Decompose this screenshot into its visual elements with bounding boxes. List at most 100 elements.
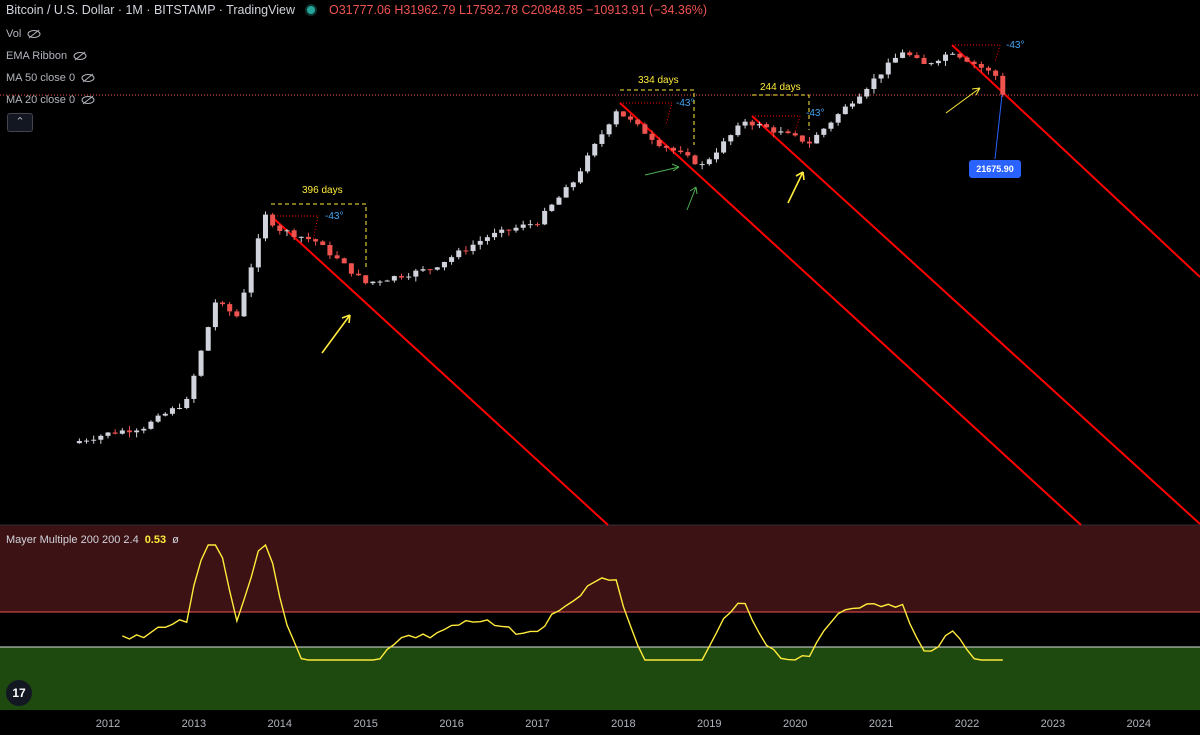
angle-label-1: -43° [325, 211, 343, 222]
price-label: 21675.90 [969, 160, 1021, 178]
eye-off-icon[interactable] [73, 51, 87, 61]
candle-body [592, 143, 598, 156]
candle-body [885, 62, 891, 75]
yellow-arrow-1 [321, 314, 351, 354]
candle-body [270, 214, 276, 226]
x-tick-label: 2023 [1041, 718, 1065, 730]
blue-pointer-line [994, 94, 1003, 160]
candle-body [227, 304, 233, 312]
candle-body [921, 57, 927, 65]
candle-body [320, 241, 326, 246]
candle-body [148, 421, 154, 429]
candle-body [220, 302, 226, 305]
candlestick-series [76, 49, 1006, 444]
candle-body [169, 408, 175, 414]
collapse-legend-button[interactable]: ⌃ [7, 113, 33, 132]
candle-body [191, 375, 197, 399]
candle-body [112, 432, 118, 434]
candle-body [799, 135, 805, 142]
eye-off-icon[interactable] [81, 73, 95, 83]
indicator-label: Vol [6, 28, 22, 40]
candle-body [985, 67, 991, 71]
candle-body [162, 413, 168, 416]
mayer-suffix: ø [172, 534, 179, 546]
x-tick-label: 2021 [869, 718, 893, 730]
x-tick-label: 2022 [955, 718, 979, 730]
price-chart[interactable]: 396 days 334 days 244 days -43° -43° -43… [0, 0, 1200, 735]
candle-body [126, 430, 132, 433]
x-tick-label: 2024 [1127, 718, 1151, 730]
x-tick-label: 2016 [439, 718, 463, 730]
candle-body [76, 441, 82, 444]
candle-body [699, 164, 705, 166]
candle-body [384, 280, 390, 282]
candle-body [499, 229, 505, 233]
indicator-label: MA 20 close 0 [6, 94, 76, 106]
candle-body [1000, 75, 1006, 95]
candle-body [971, 61, 977, 64]
candle-body [198, 350, 204, 376]
days-label-3: 244 days [760, 82, 801, 93]
trend-line-1 [270, 215, 609, 526]
chevron-up-icon: ⌃ [15, 116, 25, 128]
candle-body [857, 96, 863, 104]
candle-body [520, 224, 526, 228]
angle-marker-4 [952, 44, 1001, 63]
indicator-ma20[interactable]: MA 20 close 0 [6, 94, 95, 106]
candle-body [141, 428, 147, 431]
candle-body [771, 127, 777, 133]
indicator-label: MA 50 close 0 [6, 72, 76, 84]
candle-body [778, 131, 784, 133]
indicator-ma50[interactable]: MA 50 close 0 [6, 72, 95, 84]
mayer-oversold-zone [0, 647, 1200, 710]
angle-marker-2 [620, 102, 673, 126]
angle-label-4: -43° [1006, 40, 1024, 51]
candle-body [91, 439, 97, 441]
candle-body [84, 440, 90, 442]
candle-body [692, 155, 698, 165]
x-tick-label: 2019 [697, 718, 721, 730]
indicator-ema-ribbon[interactable]: EMA Ribbon [6, 50, 87, 62]
candle-body [205, 327, 211, 351]
candle-body [427, 269, 433, 271]
candle-body [749, 121, 755, 126]
candle-body [656, 139, 662, 147]
candle-body [577, 171, 583, 183]
candle-body [606, 124, 612, 135]
eye-off-icon[interactable] [81, 95, 95, 105]
symbol-title[interactable]: Bitcoin / U.S. Dollar · 1M · BITSTAMP · … [6, 3, 295, 17]
candle-body [341, 258, 347, 264]
candle-body [177, 407, 183, 409]
yellow-arrow-2 [787, 171, 805, 204]
candle-body [814, 134, 820, 144]
candle-body [620, 111, 626, 117]
candle-body [599, 134, 605, 144]
tradingview-logo[interactable]: 17 [6, 680, 32, 706]
candle-body [742, 121, 748, 126]
eye-off-icon[interactable] [27, 29, 41, 39]
candle-body [305, 236, 311, 240]
x-tick-label: 2020 [783, 718, 807, 730]
candle-body [907, 52, 913, 56]
candle-body [764, 124, 770, 128]
day-brackets [271, 89, 810, 270]
indicator-vol[interactable]: Vol [6, 28, 41, 40]
candle-body [928, 63, 934, 65]
mayer-value: 0.53 [144, 534, 167, 546]
candle-body [241, 292, 247, 317]
candle-body [613, 111, 619, 125]
x-axis: 2012 2013 2014 2015 2016 2017 2018 2019 2020 2021… [96, 718, 1151, 730]
chart-header: Bitcoin / U.S. Dollar · 1M · BITSTAMP · … [6, 3, 707, 17]
candle-body [871, 78, 877, 89]
candle-body [298, 236, 304, 238]
candle-body [134, 430, 140, 433]
candle-body [864, 88, 870, 97]
candle-body [277, 225, 283, 231]
candle-body [892, 57, 898, 63]
mayer-pane-legend[interactable]: Mayer Multiple 200 200 2.4 0.53 ø [6, 534, 179, 546]
candle-body [420, 269, 426, 271]
candle-body [900, 52, 906, 58]
candle-body [492, 232, 498, 238]
candle-body [914, 55, 920, 58]
candle-body [706, 159, 712, 165]
